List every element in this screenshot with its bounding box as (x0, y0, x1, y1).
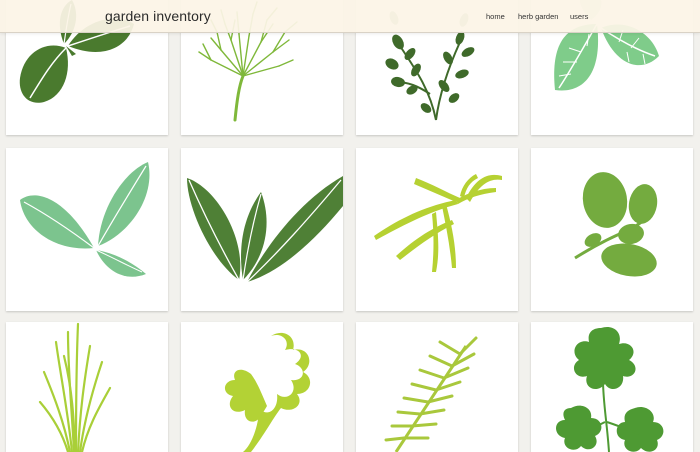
herb-card-chives[interactable] (6, 322, 168, 452)
top-navbar: garden inventory home herb garden users (0, 0, 700, 33)
nav-link-users[interactable]: users (570, 12, 588, 21)
rosemary-icon (384, 336, 478, 452)
arugula-icon (224, 332, 311, 452)
sage-icon (20, 162, 150, 277)
herb-card-parsley[interactable] (531, 322, 693, 452)
chives-icon (38, 322, 112, 452)
tarragon-icon (374, 174, 502, 272)
herb-card-arugula[interactable] (181, 322, 343, 452)
herb-card-tarragon[interactable] (356, 148, 518, 311)
nav-link-herb-garden[interactable]: herb garden (518, 12, 558, 21)
herb-card-oregano[interactable] (531, 148, 693, 311)
herb-card-sage[interactable] (6, 148, 168, 311)
brand-logo-link[interactable]: garden inventory (105, 8, 211, 24)
parsley-icon (556, 326, 664, 452)
herb-grid (0, 0, 700, 452)
nav-link-home[interactable]: home (486, 12, 505, 21)
herb-card-rosemary[interactable] (356, 322, 518, 452)
oregano-icon (574, 172, 658, 277)
bay-leaf-icon (187, 176, 343, 283)
herb-card-bay-leaf[interactable] (181, 148, 343, 311)
